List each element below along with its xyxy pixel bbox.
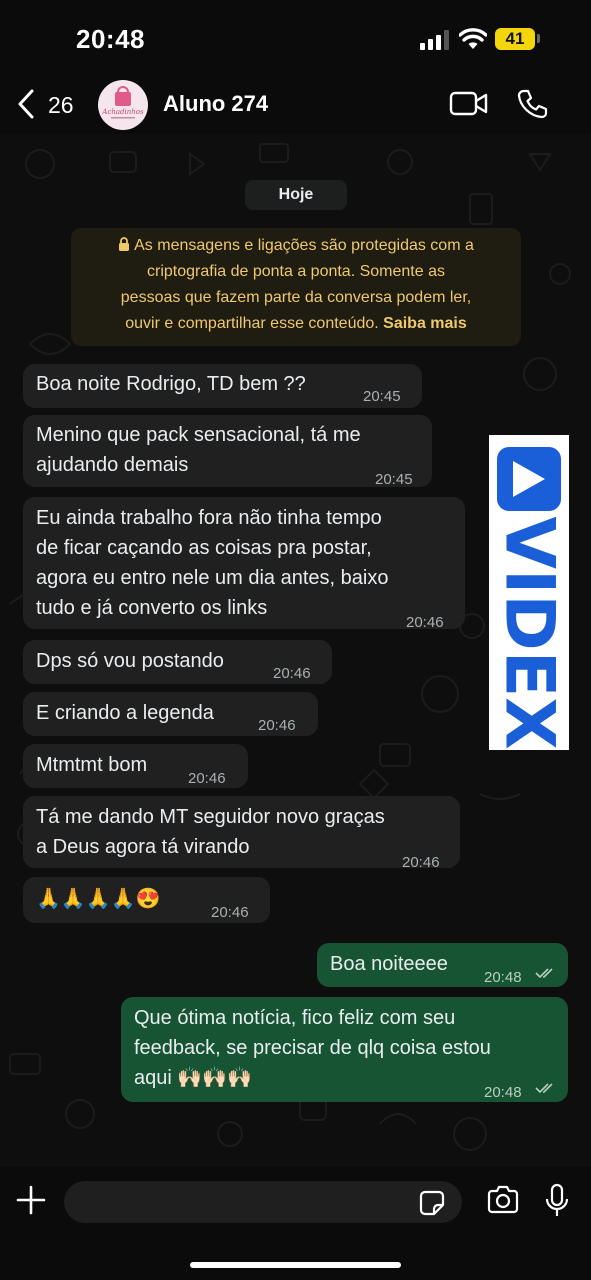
message-text: Menino que pack sensacional, tá me bbox=[36, 424, 361, 446]
message-text: Eu ainda trabalho fora não tinha tempo bbox=[36, 507, 382, 529]
message-text: aqui 🙌🏻🙌🏻🙌🏻 bbox=[134, 1067, 253, 1089]
plus-icon[interactable] bbox=[14, 1183, 48, 1217]
avatar[interactable]: Achadinhos bbox=[98, 80, 148, 130]
double-check-icon bbox=[535, 1083, 553, 1094]
message-time: 20:46 bbox=[402, 854, 440, 871]
message-incoming[interactable]: Boa noite Rodrigo, TD bem ?? 20:45 bbox=[23, 364, 422, 408]
message-time: 20:48 bbox=[484, 1084, 522, 1101]
lock-icon bbox=[119, 237, 130, 251]
message-time: 20:46 bbox=[273, 665, 311, 682]
message-text: E criando a legenda bbox=[36, 702, 214, 724]
message-incoming[interactable]: E criando a legenda 20:46 bbox=[23, 692, 318, 736]
encryption-notice[interactable]: As mensagens e ligações são protegidas c… bbox=[71, 228, 521, 346]
encryption-text-1: As mensagens e ligações são protegidas c… bbox=[134, 237, 474, 254]
message-time: 20:46 bbox=[406, 614, 444, 631]
videx-watermark: VIDEX bbox=[489, 435, 569, 750]
message-incoming[interactable]: Dps só vou postando 20:46 bbox=[23, 640, 332, 684]
sticker-icon[interactable] bbox=[419, 1190, 445, 1216]
message-text: agora eu entro nele um dia antes, baixo bbox=[36, 567, 389, 589]
message-incoming[interactable]: 🙏🙏🙏🙏😍 20:46 bbox=[23, 877, 270, 923]
composer-bar bbox=[0, 1167, 591, 1280]
message-incoming[interactable]: Menino que pack sensacional, tá me ajuda… bbox=[23, 415, 432, 488]
home-indicator bbox=[190, 1262, 401, 1268]
encryption-line-3: pessoas que fazem parte da conversa pode… bbox=[120, 289, 472, 306]
message-text: ajudando demais bbox=[36, 454, 189, 476]
learn-more-link[interactable]: Saiba mais bbox=[383, 315, 467, 332]
date-chip: Hoje bbox=[245, 180, 347, 210]
message-text: Mtmtmt bom bbox=[36, 754, 148, 776]
chat-area[interactable]: Hoje As mensagens e ligações são protegi… bbox=[0, 134, 591, 1167]
message-text: Que ótima notícia, fico feliz com seu bbox=[134, 1007, 456, 1029]
double-check-icon bbox=[535, 968, 553, 979]
videx-logo: VIDEX bbox=[490, 447, 569, 750]
message-incoming[interactable]: Tá me dando MT seguidor novo graças a De… bbox=[23, 796, 460, 871]
message-time: 20:46 bbox=[188, 770, 226, 787]
message-time: 20:46 bbox=[211, 904, 249, 921]
message-text: tudo e já converto os links bbox=[36, 597, 268, 619]
contact-name[interactable]: Aluno 274 bbox=[163, 91, 268, 117]
avatar-logo: Achadinhos bbox=[101, 86, 144, 119]
phone-icon[interactable] bbox=[516, 88, 548, 120]
chat-header: 26 Achadinhos Aluno 274 bbox=[0, 76, 591, 135]
back-count[interactable]: 26 bbox=[48, 92, 74, 119]
message-input[interactable] bbox=[64, 1181, 462, 1223]
message-text: de ficar caçando as coisas pra postar, bbox=[36, 537, 372, 559]
message-outgoing[interactable]: Boa noiteeee 20:48 bbox=[317, 943, 568, 987]
message-text: feedback, se precisar de qlq coisa estou bbox=[134, 1037, 491, 1059]
message-text: Tá me dando MT seguidor novo graças bbox=[36, 806, 385, 828]
message-text: a Deus agora tá virando bbox=[36, 836, 250, 858]
message-text: Boa noiteeee bbox=[330, 953, 448, 975]
message-outgoing[interactable]: Que ótima notícia, fico feliz com seu fe… bbox=[121, 997, 568, 1102]
message-time: 20:46 bbox=[258, 717, 296, 734]
message-incoming[interactable]: Mtmtmt bom 20:46 bbox=[23, 744, 248, 788]
message-time: 20:48 bbox=[484, 969, 522, 986]
microphone-icon[interactable] bbox=[544, 1183, 570, 1219]
battery-cap bbox=[537, 34, 540, 43]
encryption-line-1: As mensagens e ligações são protegidas c… bbox=[71, 233, 521, 259]
battery-indicator: 41 bbox=[495, 28, 535, 50]
avatar-logo-text: Achadinhos bbox=[101, 108, 144, 116]
encryption-line-4: ouvir e compartilhar esse conteúdo. Saib… bbox=[71, 311, 521, 337]
videx-text: VIDEX bbox=[490, 516, 569, 749]
message-text: Boa noite Rodrigo, TD bem ?? bbox=[36, 373, 306, 395]
status-bar: 20:48 41 bbox=[0, 0, 591, 76]
encryption-line-2: criptografia de ponta a ponta. Somente a… bbox=[147, 263, 445, 280]
message-time: 20:45 bbox=[363, 388, 401, 405]
video-camera-icon[interactable] bbox=[449, 90, 489, 118]
camera-icon[interactable] bbox=[486, 1185, 520, 1215]
encryption-text-4: ouvir e compartilhar esse conteúdo. bbox=[125, 315, 379, 332]
message-incoming[interactable]: Eu ainda trabalho fora não tinha tempo d… bbox=[23, 497, 465, 631]
cellular-signal-icon bbox=[420, 30, 449, 50]
wifi-icon bbox=[459, 28, 487, 49]
status-time: 20:48 bbox=[76, 24, 145, 54]
message-time: 20:45 bbox=[375, 471, 413, 488]
message-text: Dps só vou postando bbox=[36, 650, 224, 672]
message-emoji: 🙏🙏🙏🙏😍 bbox=[36, 888, 161, 910]
chevron-left-icon[interactable] bbox=[14, 88, 38, 120]
